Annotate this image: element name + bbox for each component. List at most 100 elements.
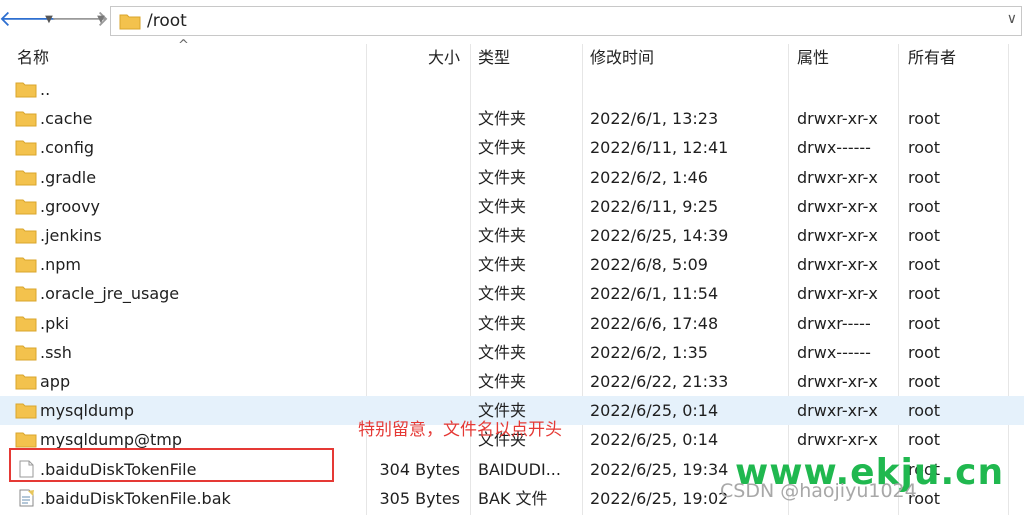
file-type: 文件夹 <box>478 255 527 275</box>
folder-icon <box>119 14 141 30</box>
forward-history-dropdown[interactable]: ▼ <box>94 7 108 31</box>
file-owner: root <box>908 196 941 216</box>
file-type: BAIDUDI... <box>478 459 561 479</box>
file-type: BAK 文件 <box>478 488 548 508</box>
file-name: .config <box>40 138 95 158</box>
file-modified: 2022/6/25, 14:39 <box>590 226 729 245</box>
file-row[interactable]: .jenkins 文件夹 2022/6/25, 14:39 drwxr-xr-x roo… <box>0 221 1024 250</box>
folder-icon <box>15 197 37 215</box>
file-size <box>366 279 460 308</box>
file-name: app <box>40 372 71 391</box>
file-size: 304 Bytes <box>379 459 460 479</box>
file-modified: 2022/6/22, 21:33 <box>590 372 729 391</box>
file-owner: root <box>908 430 941 450</box>
file-name: .npm <box>40 255 81 275</box>
folder-icon <box>15 430 37 448</box>
file-name: .cache <box>40 109 93 129</box>
file-size <box>366 367 460 396</box>
file-modified: 2022/6/25, 0:14 <box>590 401 719 421</box>
column-header-modified[interactable]: 修改时间 <box>590 41 654 75</box>
file-row[interactable]: .pki 文件夹 2022/6/6, 17:48 drwxr----- root <box>0 309 1024 338</box>
folder-icon <box>15 168 37 186</box>
file-modified: 2022/6/1, 11:54 <box>590 284 719 304</box>
file-size <box>366 221 460 250</box>
file-owner: root <box>908 226 941 245</box>
file-row[interactable]: app 文件夹 2022/6/22, 21:33 drwxr-xr-x root <box>0 367 1024 396</box>
file-row[interactable]: .. <box>0 75 1024 104</box>
file-name: .gradle <box>40 167 97 187</box>
folder-icon <box>15 109 37 127</box>
file-row[interactable]: .config 文件夹 2022/6/11, 12:41 drwx------ root <box>0 133 1024 162</box>
file-size <box>366 133 460 162</box>
column-header-name[interactable]: 名称 <box>17 41 49 75</box>
file-owner: root <box>908 372 941 391</box>
file-modified: 2022/6/25, 19:34 <box>590 459 729 479</box>
text-file-icon <box>15 489 37 507</box>
highlight-box <box>9 448 334 482</box>
file-name: .baiduDiskTokenFile.bak <box>40 488 231 508</box>
file-modified: 2022/6/8, 5:09 <box>590 255 708 275</box>
file-attributes: drwxr-xr-x <box>797 109 878 129</box>
file-type: 文件夹 <box>478 313 527 333</box>
file-modified: 2022/6/11, 12:41 <box>590 138 729 158</box>
file-type: 文件夹 <box>478 226 527 245</box>
folder-icon <box>15 314 37 332</box>
file-attributes: drwxr-xr-x <box>797 430 878 450</box>
file-attributes: drwxr-xr-x <box>797 167 878 187</box>
chevron-down-icon[interactable]: ∨ <box>1007 11 1017 27</box>
file-name: .oracle_jre_usage <box>40 284 180 304</box>
file-attributes: drwxr-xr-x <box>797 255 878 275</box>
column-header-size[interactable]: 大小 <box>366 41 460 75</box>
file-modified: 2022/6/2, 1:35 <box>590 342 708 362</box>
file-owner: root <box>908 109 941 129</box>
file-size <box>366 338 460 367</box>
file-size: 305 Bytes <box>379 488 460 508</box>
file-type: 文件夹 <box>478 372 527 391</box>
file-attributes: drwx------ <box>797 342 871 362</box>
file-size <box>366 163 460 192</box>
file-row[interactable]: .cache 文件夹 2022/6/1, 13:23 drwxr-xr-x root <box>0 104 1024 133</box>
file-name: .ssh <box>40 342 72 362</box>
file-row[interactable]: .gradle 文件夹 2022/6/2, 1:46 drwxr-xr-x root <box>0 163 1024 192</box>
column-header-owner[interactable]: 所有者 <box>908 41 956 75</box>
folder-icon <box>15 284 37 302</box>
address-bar[interactable]: /root ∨ <box>110 6 1022 36</box>
folder-icon <box>15 255 37 273</box>
file-name: mysqldump <box>40 401 135 421</box>
file-attributes: drwxr-xr-x <box>797 372 878 391</box>
file-type: 文件夹 <box>478 342 527 362</box>
folder-icon <box>15 372 37 390</box>
file-modified: 2022/6/11, 9:25 <box>590 196 719 216</box>
sort-ascending-icon: ^ <box>178 38 189 53</box>
file-row[interactable]: .oracle_jre_usage 文件夹 2022/6/1, 11:54 drwxr… <box>0 279 1024 308</box>
file-owner: root <box>908 342 941 362</box>
file-owner: root <box>908 255 941 275</box>
back-button[interactable]: 🡐 <box>0 7 58 32</box>
column-header-type[interactable]: 类型 <box>478 41 510 75</box>
column-header-attributes[interactable]: 属性 <box>797 41 829 75</box>
file-modified: 2022/6/2, 1:46 <box>590 167 708 187</box>
file-type: 文件夹 <box>478 138 527 158</box>
file-attributes: drwxr----- <box>797 313 871 333</box>
annotation-text: 特别留意，文件名以点开头 <box>358 420 562 440</box>
file-row[interactable]: .npm 文件夹 2022/6/8, 5:09 drwxr-xr-x root <box>0 250 1024 279</box>
file-row[interactable]: .groovy 文件夹 2022/6/11, 9:25 drwxr-xr-x root <box>0 192 1024 221</box>
file-type: 文件夹 <box>478 167 527 187</box>
folder-icon <box>15 80 37 98</box>
file-name: .jenkins <box>40 226 102 245</box>
file-owner: root <box>908 284 941 304</box>
file-type: 文件夹 <box>478 196 527 216</box>
file-size <box>366 104 460 133</box>
file-modified: 2022/6/6, 17:48 <box>590 313 719 333</box>
file-size <box>366 75 460 104</box>
file-owner: root <box>908 167 941 187</box>
file-attributes: drwxr-xr-x <box>797 226 878 245</box>
forward-button[interactable]: 🡒 <box>51 7 110 32</box>
file-type: 文件夹 <box>478 284 527 304</box>
folder-icon <box>15 401 37 419</box>
folder-icon <box>15 343 37 361</box>
file-attributes: drwxr-xr-x <box>797 196 878 216</box>
file-attributes: drwxr-xr-x <box>797 284 878 304</box>
file-row[interactable]: .ssh 文件夹 2022/6/2, 1:35 drwx------ root <box>0 338 1024 367</box>
chevron-down-icon: ▼ <box>97 13 105 25</box>
